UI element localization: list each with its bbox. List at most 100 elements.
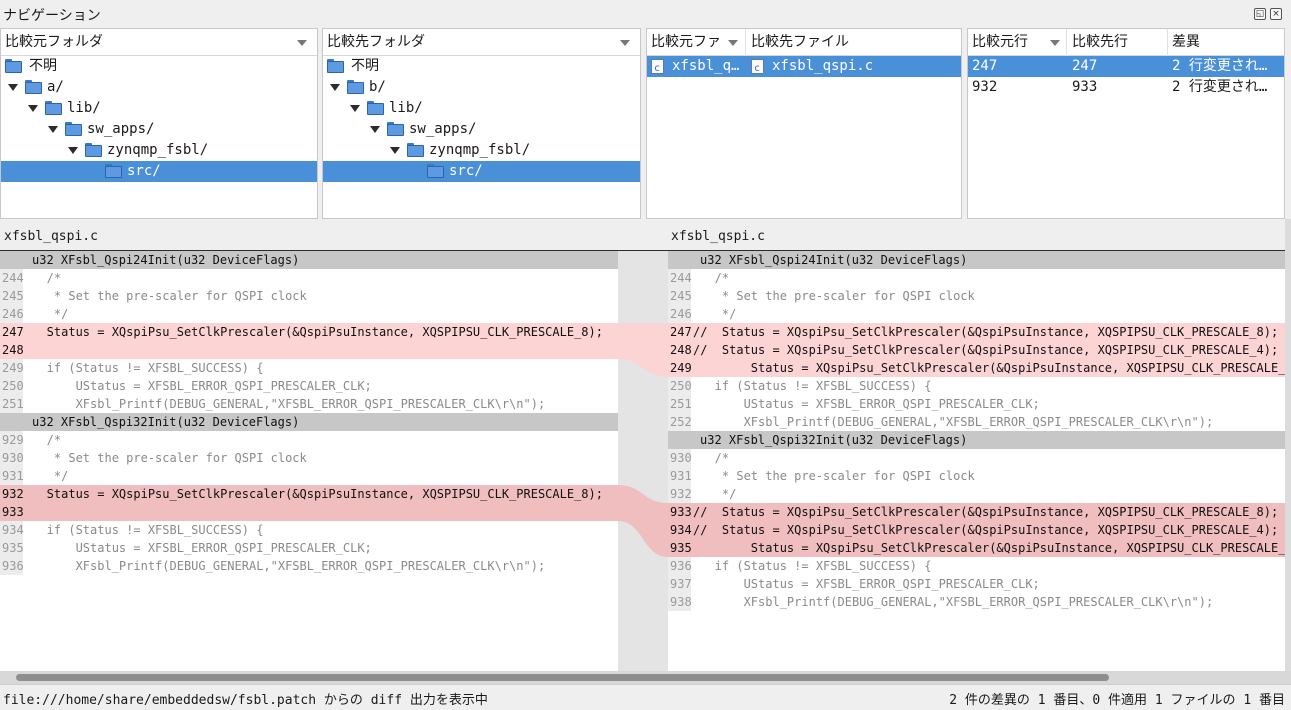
line-number: 247 — [2, 325, 24, 339]
diff-line[interactable]: 247 Status = XQspiPsu_SetClkPrescaler(&Q… — [0, 323, 618, 341]
dest-folder-column[interactable]: 比較先フォルダ — [323, 29, 640, 56]
function-header-line[interactable]: u32 XFsbl_Qspi32Init(u32 DeviceFlags) — [0, 413, 618, 431]
file-list-pane: 比較元ファ 比較先ファイル xfsbl_q… xfsbl_qspi.c — [646, 28, 962, 219]
tree-item[interactable]: lib/ — [323, 98, 640, 119]
code-line[interactable]: 245 * Set the pre-scaler for QSPI clock — [0, 287, 618, 305]
code-line[interactable]: 250 UStatus = XFSBL_ERROR_QSPI_PRESCALER… — [0, 377, 618, 395]
tree-item-label: zynqmp_fsbl/ — [429, 142, 531, 158]
expand-arrow-icon[interactable] — [48, 126, 58, 133]
source-folder-header[interactable]: 比較元フォルダ — [1, 29, 317, 56]
tree-item[interactable]: zynqmp_fsbl/ — [1, 140, 317, 161]
diff-line[interactable]: 247// Status = XQspiPsu_SetClkPrescaler(… — [668, 323, 1285, 341]
line-number: 933 — [670, 505, 692, 519]
code-text: u32 XFsbl_Qspi24Init(u32 DeviceFlags) — [32, 253, 300, 267]
code-line[interactable]: 929 /* — [0, 431, 618, 449]
function-header-line[interactable]: u32 XFsbl_Qspi24Init(u32 DeviceFlags) — [668, 251, 1285, 269]
code-line[interactable]: 936 XFsbl_Printf(DEBUG_GENERAL,"XFSBL_ER… — [0, 557, 618, 575]
line-number: 932 — [2, 487, 24, 501]
code-line[interactable]: 936 if (Status != XFSBL_SUCCESS) { — [668, 557, 1285, 575]
code-line[interactable]: 244 /* — [0, 269, 618, 287]
code-line[interactable]: 246 */ — [668, 305, 1285, 323]
expand-arrow-icon[interactable] — [330, 84, 340, 91]
diff-line[interactable]: 935 Status = XQspiPsu_SetClkPrescaler(&Q… — [668, 539, 1285, 557]
code-line[interactable]: 250 if (Status != XFSBL_SUCCESS) { — [668, 377, 1285, 395]
code-line[interactable]: 244 /* — [668, 269, 1285, 287]
code-line[interactable]: 932 */ — [668, 485, 1285, 503]
folder-icon — [407, 143, 424, 157]
tree-item[interactable]: 不明 — [323, 56, 640, 77]
tree-item[interactable]: zynqmp_fsbl/ — [323, 140, 640, 161]
code-line[interactable]: 245 * Set the pre-scaler for QSPI clock — [668, 287, 1285, 305]
expand-arrow-icon[interactable] — [390, 147, 400, 154]
code-line[interactable]: 934 if (Status != XFSBL_SUCCESS) { — [0, 521, 618, 539]
tree-item-label: sw_apps/ — [409, 121, 477, 137]
code-line[interactable]: 931 */ — [0, 467, 618, 485]
code-text: if (Status != XFSBL_SUCCESS) { — [25, 523, 264, 537]
expand-arrow-icon[interactable] — [8, 84, 18, 91]
code-line[interactable]: 251 UStatus = XFSBL_ERROR_QSPI_PRESCALER… — [668, 395, 1285, 413]
float-icon[interactable]: ◱ — [1254, 8, 1266, 20]
code-line[interactable]: 252 XFsbl_Printf(DEBUG_GENERAL,"XFSBL_ER… — [668, 413, 1285, 431]
diff-description: 2 行変更され… — [1172, 79, 1268, 95]
line-number: 248 — [2, 343, 24, 357]
code-line[interactable]: 938 XFsbl_Printf(DEBUG_GENERAL,"XFSBL_ER… — [668, 593, 1285, 611]
tree-item[interactable]: a/ — [1, 77, 317, 98]
diff-dest-line: 247 — [1072, 58, 1098, 74]
line-number: 244 — [668, 269, 692, 287]
diff-line[interactable]: 932 Status = XQspiPsu_SetClkPrescaler(&Q… — [0, 485, 618, 503]
diff-line[interactable]: 249 Status = XQspiPsu_SetClkPrescaler(&Q… — [668, 359, 1285, 377]
diff-connector-gutter — [618, 251, 668, 671]
code-line[interactable]: 251 XFsbl_Printf(DEBUG_GENERAL,"XFSBL_ER… — [0, 395, 618, 413]
left-code-view[interactable]: u32 XFsbl_Qspi24Init(u32 DeviceFlags) 244… — [0, 251, 618, 671]
file-row-selected[interactable]: xfsbl_q… xfsbl_qspi.c — [647, 56, 961, 79]
code-line[interactable]: 935 UStatus = XFSBL_ERROR_QSPI_PRESCALER… — [0, 539, 618, 557]
code-line[interactable]: 930 /* — [668, 449, 1285, 467]
function-header-line[interactable]: u32 XFsbl_Qspi32Init(u32 DeviceFlags) — [668, 431, 1285, 449]
diff-row[interactable]: 932 933 2 行変更され… — [968, 77, 1284, 98]
vertical-scrollbar[interactable] — [1285, 219, 1291, 684]
code-line[interactable]: 930 * Set the pre-scaler for QSPI clock — [0, 449, 618, 467]
right-code-view[interactable]: u32 XFsbl_Qspi24Init(u32 DeviceFlags) 244… — [668, 251, 1285, 671]
dest-file-column[interactable]: 比較先ファイル — [747, 29, 961, 56]
diff-line[interactable]: 934// Status = XQspiPsu_SetClkPrescaler(… — [668, 521, 1285, 539]
line-number: 934 — [670, 523, 692, 537]
difference-column[interactable]: 差異 — [1168, 29, 1284, 56]
source-file-name: xfsbl_q… — [672, 58, 740, 74]
function-header-line[interactable]: u32 XFsbl_Qspi24Init(u32 DeviceFlags) — [0, 251, 618, 269]
folder-icon — [45, 101, 62, 115]
code-text: */ — [693, 307, 737, 321]
diff-row-selected[interactable]: 247 247 2 行変更され… — [968, 56, 1284, 77]
tree-item[interactable]: sw_apps/ — [1, 119, 317, 140]
close-icon[interactable]: × — [1270, 8, 1282, 20]
diff-line[interactable]: 933// Status = XQspiPsu_SetClkPrescaler(… — [668, 503, 1285, 521]
tree-item[interactable]: sw_apps/ — [323, 119, 640, 140]
source-folder-column[interactable]: 比較元フォルダ — [1, 29, 317, 56]
dest-folder-header[interactable]: 比較先フォルダ — [323, 29, 640, 56]
tree-item[interactable]: lib/ — [1, 98, 317, 119]
tree-item-selected[interactable]: src/ — [1, 161, 317, 182]
scrollbar-thumb[interactable] — [16, 674, 1109, 681]
code-line[interactable]: 249 if (Status != XFSBL_SUCCESS) { — [0, 359, 618, 377]
code-line[interactable]: 931 * Set the pre-scaler for QSPI clock — [668, 467, 1285, 485]
dest-folder-pane: 比較先フォルダ 不明 b/ lib/ sw_apps/ zynqmp_fsbl/… — [322, 28, 641, 219]
tree-item[interactable]: b/ — [323, 77, 640, 98]
diff-line[interactable]: 248 — [0, 341, 618, 359]
code-line[interactable]: 937 UStatus = XFSBL_ERROR_QSPI_PRESCALER… — [668, 575, 1285, 593]
expand-arrow-icon[interactable] — [28, 105, 38, 112]
expand-arrow-icon[interactable] — [350, 105, 360, 112]
line-number — [0, 413, 23, 431]
code-text: * Set the pre-scaler for QSPI clock — [25, 289, 307, 303]
code-line[interactable]: 246 */ — [0, 305, 618, 323]
diff-line[interactable]: 248// Status = XQspiPsu_SetClkPrescaler(… — [668, 341, 1285, 359]
tree-item-selected[interactable]: src/ — [323, 161, 640, 182]
expand-arrow-icon[interactable] — [68, 147, 78, 154]
diff-line[interactable]: 933 — [0, 503, 618, 521]
code-text: UStatus = XFSBL_ERROR_QSPI_PRESCALER_CLK… — [693, 397, 1040, 411]
line-number — [668, 251, 691, 269]
code-text: */ — [25, 469, 69, 483]
horizontal-scrollbar[interactable] — [0, 671, 1291, 684]
expand-arrow-icon[interactable] — [370, 126, 380, 133]
dest-line-column[interactable]: 比較先行 — [1068, 29, 1168, 56]
tree-item-label: lib/ — [389, 100, 423, 116]
tree-item[interactable]: 不明 — [1, 56, 317, 77]
